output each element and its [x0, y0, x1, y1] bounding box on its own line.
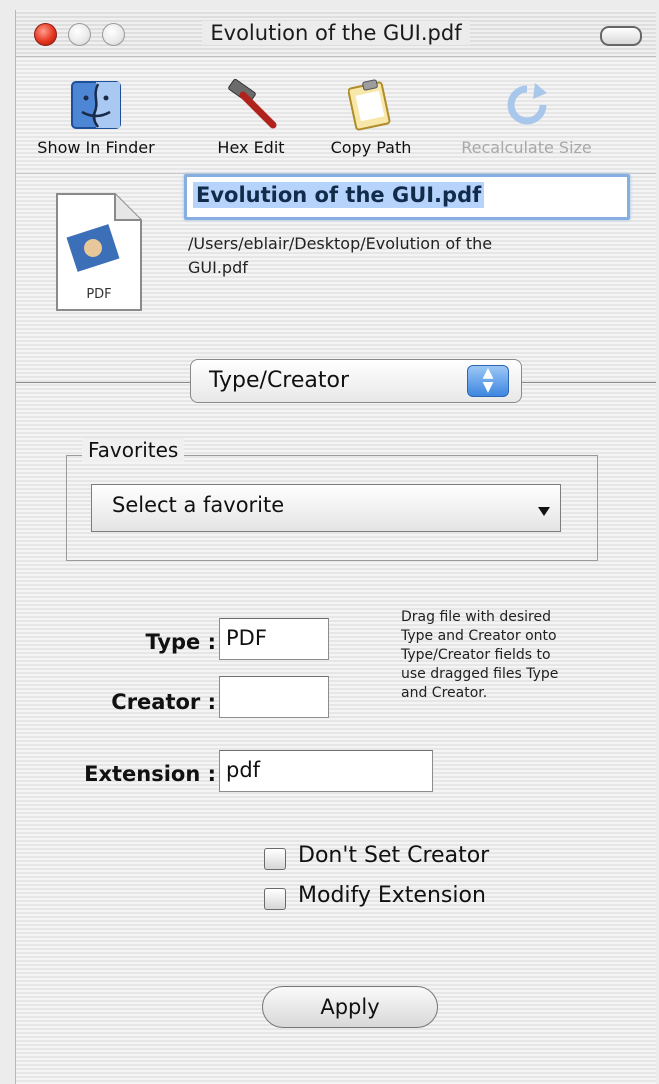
finder-icon — [21, 78, 171, 132]
creator-label: Creator : — [111, 690, 216, 714]
dont-set-creator-checkbox[interactable] — [264, 848, 286, 870]
clipboard-icon — [311, 78, 431, 132]
file-name-value: Evolution of the GUI.pdf — [193, 182, 485, 208]
hex-edit-button[interactable]: Hex Edit — [196, 78, 306, 157]
type-label: Type : — [145, 630, 216, 654]
extension-label: Extension : — [84, 762, 216, 786]
recalculate-size-button[interactable]: Recalculate Size — [434, 78, 619, 157]
show-in-finder-button[interactable]: Show In Finder — [21, 78, 171, 157]
refresh-icon — [434, 78, 619, 132]
creator-field[interactable] — [219, 676, 329, 718]
file-path: /Users/eblair/Desktop/Evolution of the G… — [188, 234, 493, 277]
hex-edit-label: Hex Edit — [217, 138, 285, 157]
type-field[interactable]: PDF — [219, 618, 329, 660]
recalculate-size-label: Recalculate Size — [461, 138, 592, 157]
section-popup[interactable]: Type/Creator ▲ ▼ — [190, 359, 522, 403]
separator-right — [521, 382, 656, 383]
show-in-finder-label: Show In Finder — [37, 138, 155, 157]
inspector-window: Evolution of the GUI.pdf Show In Finder … — [15, 10, 656, 1084]
pdf-document-icon: PDF — [53, 190, 145, 318]
favorites-select-value: Select a favorite — [112, 493, 285, 517]
favorites-legend: Favorites — [82, 438, 185, 462]
title-bar[interactable]: Evolution of the GUI.pdf — [16, 10, 656, 57]
file-name-field[interactable]: Evolution of the GUI.pdf — [184, 174, 630, 220]
drag-help-text: Drag file with desired Type and Creator … — [401, 609, 559, 701]
separator-left — [16, 382, 190, 383]
modify-extension-checkbox[interactable] — [264, 888, 286, 910]
window-title: Evolution of the GUI.pdf — [16, 21, 656, 45]
apply-button[interactable]: Apply — [262, 986, 438, 1028]
copy-path-button[interactable]: Copy Path — [311, 78, 431, 157]
extension-field[interactable]: pdf — [219, 750, 433, 792]
section-popup-value: Type/Creator — [209, 368, 350, 393]
modify-extension-label[interactable]: Modify Extension — [298, 883, 486, 908]
popup-arrows-icon: ▲ ▼ — [467, 365, 509, 397]
favorites-select[interactable]: Select a favorite — [91, 484, 561, 532]
dont-set-creator-label[interactable]: Don't Set Creator — [298, 843, 489, 868]
hammer-icon — [196, 78, 306, 132]
dropdown-arrow-icon — [538, 507, 550, 516]
copy-path-label: Copy Path — [330, 138, 412, 157]
toolbar-toggle-button[interactable] — [600, 26, 642, 46]
svg-text:PDF: PDF — [86, 287, 111, 302]
